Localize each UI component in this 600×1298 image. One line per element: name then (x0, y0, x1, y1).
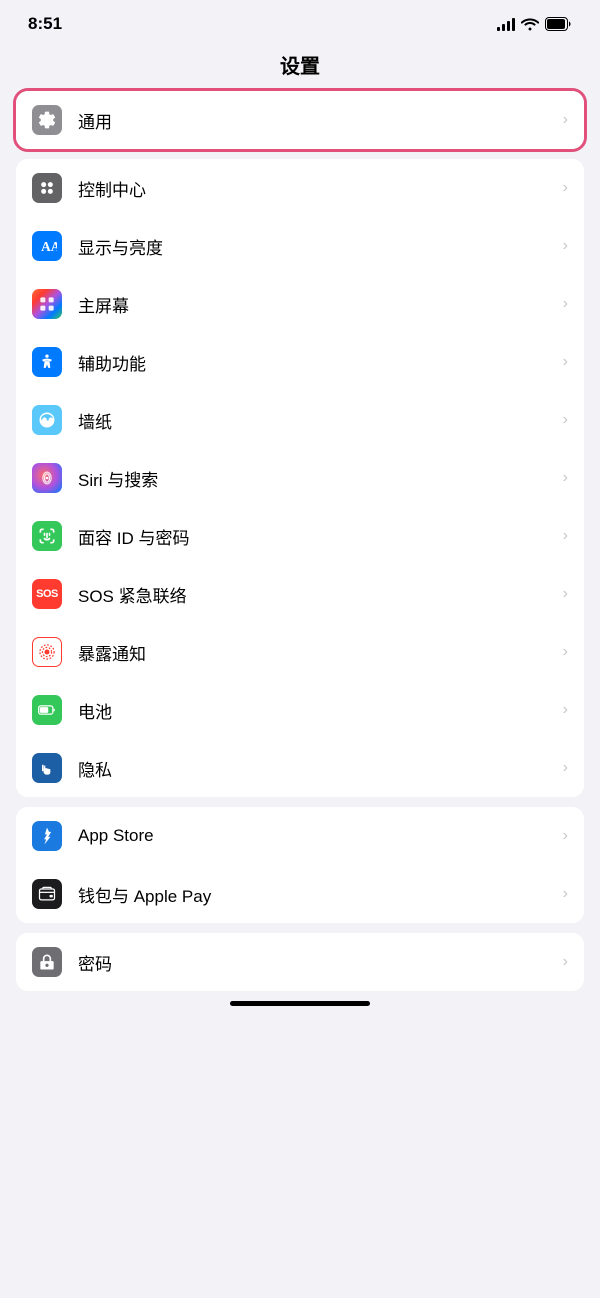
siri-label: Siri 与搜索 (78, 466, 555, 491)
accessibility-chevron: › (563, 353, 568, 371)
section-passwords: 密码 › (16, 933, 584, 991)
homescreen-label: 主屏幕 (78, 292, 555, 317)
section-store: App Store › 钱包与 Apple Pay › (16, 807, 584, 923)
faceid-chevron: › (563, 527, 568, 545)
sos-icon: SOS (32, 579, 62, 609)
section-general: 通用 › (16, 91, 584, 149)
settings-item-control-center[interactable]: 控制中心 › (16, 159, 584, 217)
page-title-container: 设置 (0, 42, 600, 91)
exposure-label: 暴露通知 (78, 640, 555, 665)
homescreen-chevron: › (563, 295, 568, 313)
sos-label: SOS 紧急联络 (78, 582, 555, 607)
battery-label: 电池 (78, 698, 555, 723)
sos-chevron: › (563, 585, 568, 603)
settings-item-siri[interactable]: Siri 与搜索 › (16, 449, 584, 507)
exposure-icon (32, 637, 62, 667)
home-indicator (230, 1001, 370, 1006)
general-label: 通用 (78, 108, 555, 133)
passwords-chevron: › (563, 953, 568, 971)
settings-item-exposure[interactable]: 暴露通知 › (16, 623, 584, 681)
settings-item-wallpaper[interactable]: 墙纸 › (16, 391, 584, 449)
wallet-chevron: › (563, 885, 568, 903)
settings-item-homescreen[interactable]: 主屏幕 › (16, 275, 584, 333)
accessibility-label: 辅助功能 (78, 350, 555, 375)
settings-item-accessibility[interactable]: 辅助功能 › (16, 333, 584, 391)
wallet-icon (32, 879, 62, 909)
appstore-label: App Store (78, 826, 555, 846)
status-icons (497, 17, 572, 31)
page-title: 设置 (0, 50, 600, 79)
homescreen-icon (32, 289, 62, 319)
settings-item-general[interactable]: 通用 › (16, 91, 584, 149)
status-time: 8:51 (28, 14, 62, 34)
battery-icon (545, 17, 572, 31)
sos-text: SOS (36, 588, 58, 600)
privacy-icon (32, 753, 62, 783)
battery-chevron: › (563, 701, 568, 719)
svg-text:AA: AA (41, 239, 57, 254)
settings-item-privacy[interactable]: 隐私 › (16, 739, 584, 797)
wallet-label: 钱包与 Apple Pay (78, 882, 555, 907)
status-bar: 8:51 (0, 0, 600, 42)
wallpaper-label: 墙纸 (78, 408, 555, 433)
section-display: 控制中心 › AA 显示与亮度 › 主屏幕 › (16, 159, 584, 797)
siri-icon (32, 463, 62, 493)
settings-item-passwords[interactable]: 密码 › (16, 933, 584, 991)
exposure-chevron: › (563, 643, 568, 661)
settings-item-battery[interactable]: 电池 › (16, 681, 584, 739)
settings-item-display[interactable]: AA 显示与亮度 › (16, 217, 584, 275)
general-chevron: › (563, 111, 568, 129)
wallpaper-icon (32, 405, 62, 435)
display-chevron: › (563, 237, 568, 255)
faceid-label: 面容 ID 与密码 (78, 524, 555, 549)
control-center-chevron: › (563, 179, 568, 197)
passwords-icon (32, 947, 62, 977)
wifi-icon (521, 17, 539, 31)
control-center-icon (32, 173, 62, 203)
signal-icon (497, 17, 515, 31)
display-label: 显示与亮度 (78, 234, 555, 259)
appstore-icon (32, 821, 62, 851)
siri-chevron: › (563, 469, 568, 487)
privacy-chevron: › (563, 759, 568, 777)
passwords-label: 密码 (78, 950, 555, 975)
faceid-icon (32, 521, 62, 551)
settings-item-sos[interactable]: SOS SOS 紧急联络 › (16, 565, 584, 623)
settings-item-appstore[interactable]: App Store › (16, 807, 584, 865)
wallpaper-chevron: › (563, 411, 568, 429)
battery-item-icon (32, 695, 62, 725)
settings-item-faceid[interactable]: 面容 ID 与密码 › (16, 507, 584, 565)
control-center-label: 控制中心 (78, 176, 555, 201)
settings-item-wallet[interactable]: 钱包与 Apple Pay › (16, 865, 584, 923)
appstore-chevron: › (563, 827, 568, 845)
display-icon: AA (32, 231, 62, 261)
privacy-label: 隐私 (78, 756, 555, 781)
accessibility-icon (32, 347, 62, 377)
general-icon (32, 105, 62, 135)
